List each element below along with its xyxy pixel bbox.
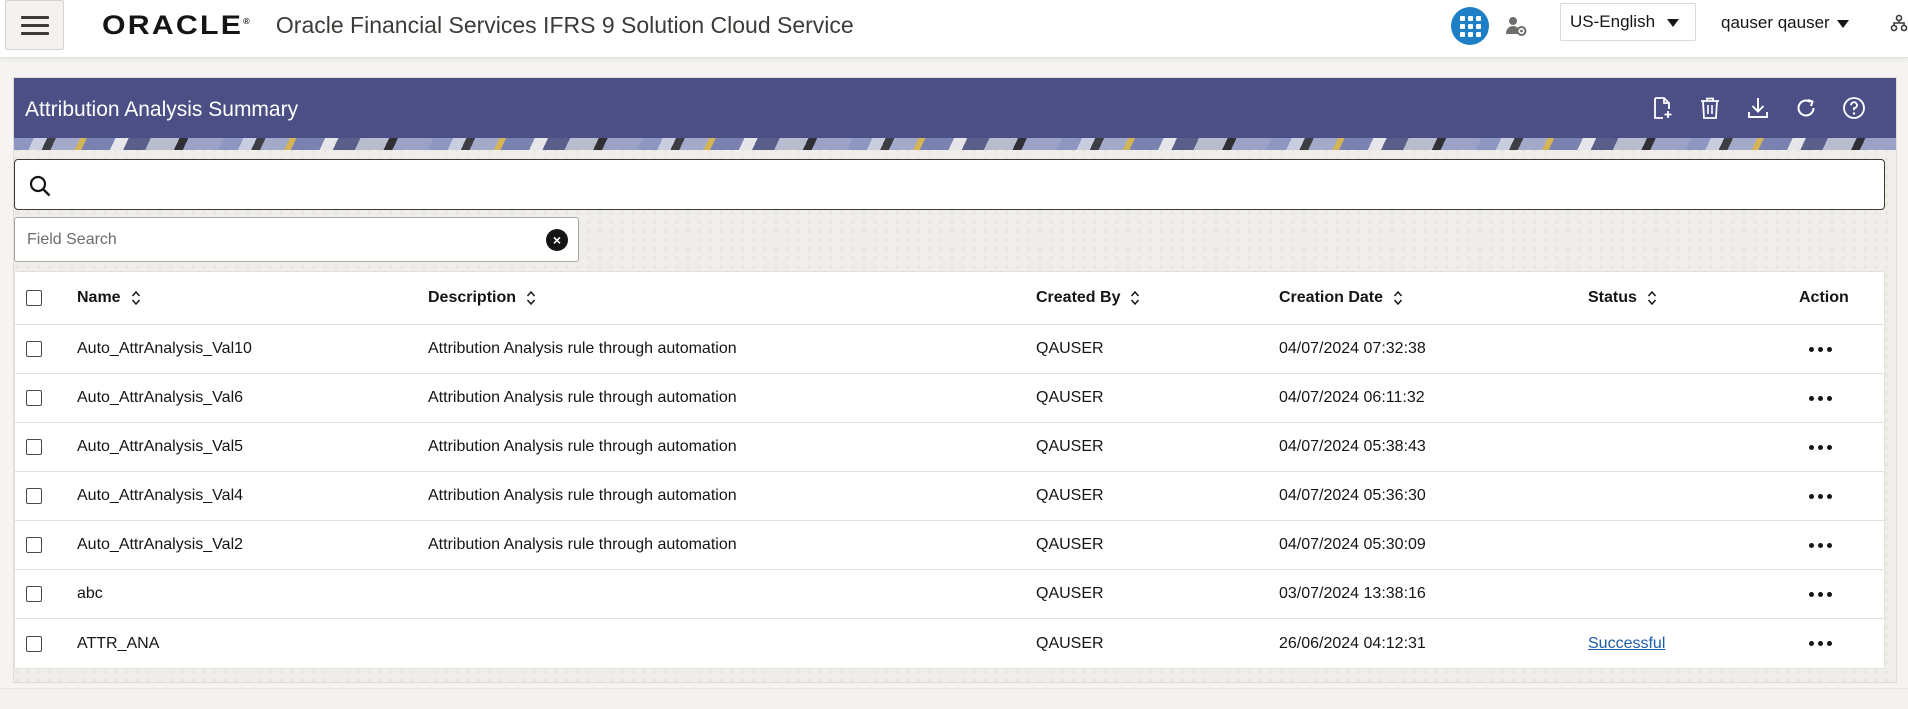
sort-icon[interactable] [131, 290, 141, 306]
sort-icon[interactable] [1647, 290, 1657, 306]
row-created-by: QAUSER [1036, 585, 1104, 602]
sort-icon[interactable] [1393, 290, 1403, 306]
row-name: Auto_AttrAnalysis_Val6 [77, 389, 244, 406]
download-icon[interactable] [1744, 94, 1772, 122]
row-description: Attribution Analysis rule through automa… [428, 438, 737, 455]
refresh-icon[interactable] [1792, 94, 1820, 122]
decorative-banner [14, 138, 1896, 150]
row-checkbox[interactable] [26, 390, 42, 406]
column-header-name[interactable]: Name [77, 272, 141, 324]
new-document-icon[interactable] [1648, 94, 1676, 122]
row-creation-date: 04/07/2024 07:32:38 [1279, 340, 1426, 357]
language-value: US-English [1570, 12, 1656, 31]
row-name: Auto_AttrAnalysis_Val4 [77, 487, 244, 504]
panel-toolbar [1648, 94, 1868, 122]
row-created-by: QAUSER [1036, 438, 1104, 455]
row-creation-date: 04/07/2024 05:30:09 [1279, 536, 1426, 553]
user-name: qauser qauser [1721, 13, 1830, 32]
table-row[interactable]: Auto_AttrAnalysis_Val2 Attribution Analy… [15, 521, 1884, 570]
brand: ORACLE® Oracle Financial Services IFRS 9… [102, 10, 854, 41]
table-header: Name Description Created By Creation Dat… [15, 272, 1884, 325]
column-header-creation-date[interactable]: Creation Date [1279, 272, 1403, 324]
page-title: Attribution Analysis Summary [25, 98, 299, 121]
org-hierarchy-icon[interactable] [1890, 14, 1908, 32]
more-actions-icon[interactable] [1809, 444, 1832, 450]
field-search-placeholder: Field Search [27, 231, 117, 248]
sort-icon[interactable] [1130, 290, 1140, 306]
column-header-description[interactable]: Description [428, 272, 536, 324]
top-bar: ORACLE® Oracle Financial Services IFRS 9… [0, 0, 1908, 58]
clear-icon[interactable]: × [546, 229, 568, 251]
column-header-status[interactable]: Status [1588, 272, 1657, 324]
row-creation-date: 04/07/2024 06:11:32 [1279, 389, 1425, 406]
more-actions-icon[interactable] [1809, 591, 1832, 597]
row-description: Attribution Analysis rule through automa… [428, 389, 737, 406]
table-row[interactable]: Auto_AttrAnalysis_Val6 Attribution Analy… [15, 374, 1884, 423]
more-actions-icon[interactable] [1809, 542, 1832, 548]
row-checkbox[interactable] [26, 537, 42, 553]
row-name: abc [77, 585, 103, 602]
more-actions-icon[interactable] [1809, 395, 1832, 401]
select-all-checkbox[interactable] [26, 290, 42, 306]
table-row[interactable]: Auto_AttrAnalysis_Val4 Attribution Analy… [15, 472, 1884, 521]
hamburger-menu-icon[interactable] [5, 0, 64, 50]
user-admin-icon[interactable] [1505, 15, 1527, 37]
row-name: ATTR_ANA [77, 634, 160, 652]
chevron-down-icon [1667, 19, 1679, 27]
row-created-by: QAUSER [1036, 634, 1104, 652]
chevron-down-icon [1837, 20, 1849, 28]
table-row[interactable]: Auto_AttrAnalysis_Val10 Attribution Anal… [15, 325, 1884, 374]
column-header-created-by[interactable]: Created By [1036, 272, 1140, 324]
row-creation-date: 26/06/2024 04:12:31 [1279, 634, 1426, 652]
row-creation-date: 04/07/2024 05:36:30 [1279, 487, 1426, 504]
more-actions-icon[interactable] [1809, 641, 1832, 646]
status-link[interactable]: Successful [1588, 635, 1665, 653]
row-created-by: QAUSER [1036, 487, 1104, 504]
row-creation-date: 04/07/2024 05:38:43 [1279, 438, 1426, 455]
field-search-input[interactable]: Field Search × [14, 217, 579, 262]
attribution-analysis-panel: Attribution Analysis Summary Field Searc… [13, 77, 1897, 683]
search-input[interactable] [14, 159, 1885, 210]
more-actions-icon[interactable] [1809, 493, 1832, 499]
row-name: Auto_AttrAnalysis_Val5 [77, 438, 244, 455]
app-title: Oracle Financial Services IFRS 9 Solutio… [275, 12, 854, 38]
row-checkbox[interactable] [26, 488, 42, 504]
column-header-action: Action [1799, 289, 1849, 306]
oracle-logo: ORACLE® [102, 10, 250, 40]
row-created-by: QAUSER [1036, 340, 1104, 357]
row-created-by: QAUSER [1036, 389, 1104, 406]
row-description: Attribution Analysis rule through automa… [428, 536, 737, 553]
language-select[interactable]: US-English [1560, 3, 1696, 41]
search-icon [29, 175, 51, 197]
table-row[interactable]: ATTR_ANA QAUSER 26/06/2024 04:12:31 Succ… [15, 619, 1884, 668]
more-actions-icon[interactable] [1809, 346, 1832, 352]
row-creation-date: 03/07/2024 13:38:16 [1279, 585, 1426, 602]
table-row[interactable]: Auto_AttrAnalysis_Val5 Attribution Analy… [15, 423, 1884, 472]
row-checkbox[interactable] [26, 586, 42, 602]
help-icon[interactable] [1840, 94, 1868, 122]
row-description: Attribution Analysis rule through automa… [428, 487, 737, 504]
footer-band [0, 688, 1908, 709]
row-created-by: QAUSER [1036, 536, 1104, 553]
row-name: Auto_AttrAnalysis_Val10 [77, 340, 252, 357]
row-checkbox[interactable] [26, 341, 42, 357]
summary-table: Name Description Created By Creation Dat… [14, 271, 1885, 669]
user-menu[interactable]: qauser qauser [1721, 13, 1849, 33]
row-name: Auto_AttrAnalysis_Val2 [77, 536, 244, 553]
apps-grid-icon[interactable] [1451, 7, 1489, 45]
row-description: Attribution Analysis rule through automa… [428, 340, 737, 357]
table-row[interactable]: abc QAUSER 03/07/2024 13:38:16 [15, 570, 1884, 619]
row-checkbox[interactable] [26, 635, 42, 652]
delete-icon[interactable] [1696, 94, 1724, 122]
panel-header: Attribution Analysis Summary [14, 78, 1896, 138]
row-checkbox[interactable] [26, 439, 42, 455]
sort-icon[interactable] [526, 290, 536, 306]
